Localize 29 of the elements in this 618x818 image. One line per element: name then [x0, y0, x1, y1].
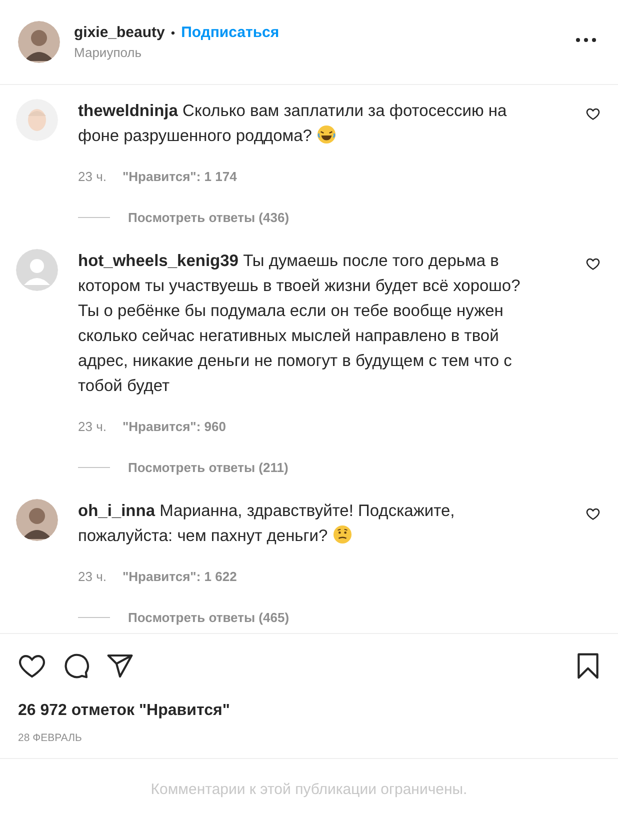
avatar[interactable]	[16, 499, 58, 541]
like-heart-icon[interactable]	[586, 107, 600, 121]
comments-notice: Комментарии к этой публикации ограничены.	[150, 780, 468, 800]
view-replies-button[interactable]: Посмотреть ответы (436)	[128, 210, 290, 225]
follow-link[interactable]: Подписаться	[181, 24, 280, 41]
like-heart-icon[interactable]	[586, 257, 600, 271]
send-icon[interactable]	[106, 652, 134, 680]
avatar[interactable]	[18, 21, 60, 63]
like-heart-icon[interactable]	[18, 652, 46, 680]
comment-time: 23 ч.	[78, 569, 106, 584]
location[interactable]: Мариуполь	[74, 45, 560, 60]
laughing-face-icon	[316, 125, 336, 144]
username[interactable]: gixie_beauty	[74, 24, 165, 41]
view-replies-button[interactable]: Посмотреть ответы (211)	[128, 460, 288, 475]
likes-count[interactable]: "Нравится": 1 174	[122, 169, 237, 184]
comment-icon[interactable]	[62, 652, 90, 680]
comment-text: oh_i_inna Марианна, здравствуйте! Подскажите, пожалуйста: чем пахнут деньги?	[78, 501, 456, 547]
like-count[interactable]: 26 972 отметок "Нравится"	[0, 688, 618, 720]
post-date: 28 ФЕВРАЛЬ	[0, 720, 618, 759]
comment-text: hot_wheels_kenig39 Ты думаешь после того дерьма в котором ты участвуешь в твоей жизни будет всё хорошо? Ты о ребёнке бы подумала если он тебе вообще нужен сколько сейчас негативных мыслей направлено в твой адрес, никакие деньги не помогут в будущем с тем что с тобой будет	[78, 251, 522, 397]
view-replies-button[interactable]: Посмотреть ответы (465)	[128, 610, 290, 625]
separator: •	[170, 26, 176, 40]
comment-time: 23 ч.	[78, 169, 106, 184]
likes-count[interactable]: "Нравится": 1 622	[122, 569, 237, 584]
comment-text: theweldninja Сколько вам заплатили за фотосессию на фоне разрушенного роддома?	[78, 101, 508, 147]
likes-count[interactable]: "Нравится": 960	[122, 419, 226, 434]
confused-face-icon	[332, 525, 352, 544]
comment-time: 23 ч.	[78, 419, 106, 434]
like-heart-icon[interactable]	[586, 507, 600, 521]
